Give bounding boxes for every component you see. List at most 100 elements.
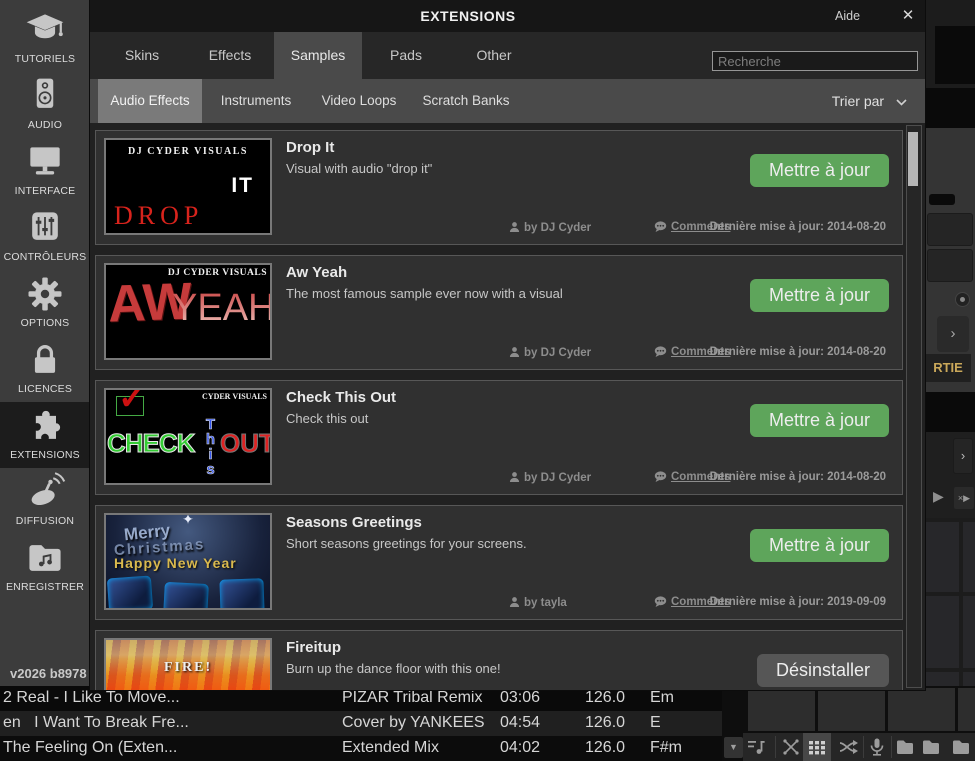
playlist-dropdown-button[interactable]: ▼ <box>724 737 743 758</box>
track-bpm: 126.0 <box>585 739 625 757</box>
pad-cell[interactable] <box>925 522 959 592</box>
extension-title: Seasons Greetings <box>286 514 422 531</box>
extensions-dialog: EXTENSIONS Aide ✕ Skins Effects Samples … <box>90 0 925 690</box>
next-chevron-button[interactable]: › <box>953 438 973 474</box>
microphone-icon[interactable] <box>867 737 887 757</box>
help-link[interactable]: Aide <box>835 9 860 23</box>
track-remix: Cover by YANKEES <box>342 714 485 732</box>
speaker-icon <box>23 74 67 118</box>
tab-pads[interactable]: Pads <box>362 32 450 79</box>
pad-cell[interactable] <box>958 688 975 731</box>
sidebar-item-options[interactable]: OPTIONS <box>0 270 90 336</box>
update-button[interactable]: Mettre à jour <box>750 279 889 312</box>
track-time: 04:54 <box>500 714 540 732</box>
bottom-right-panel: ▼ <box>722 686 975 761</box>
grid-icon[interactable] <box>807 737 827 757</box>
extension-card-fireitup: FIRE! Fireitup Burn up the dance floor w… <box>95 630 903 690</box>
mixer-button[interactable] <box>927 213 973 246</box>
dialog-title: EXTENSIONS <box>420 8 515 24</box>
pad-cell[interactable] <box>748 688 815 731</box>
app-version: v2026 b8978 <box>10 666 87 681</box>
extension-title: Drop It <box>286 139 334 156</box>
sidebar-item-label: INTERFACE <box>0 185 90 197</box>
sidebar-item-tutoriels[interactable]: TUTORIELS <box>0 6 90 72</box>
search-input[interactable] <box>712 51 918 71</box>
subtab-video-loops[interactable]: Video Loops <box>310 79 408 123</box>
subtab-instruments[interactable]: Instruments <box>202 79 310 123</box>
subtab-audio-effects[interactable]: Audio Effects <box>98 79 202 123</box>
close-icon[interactable]: ✕ <box>898 6 918 26</box>
thumb-brand-text: CYDER VISUALS <box>202 392 267 401</box>
person-icon <box>509 471 520 483</box>
uninstall-button[interactable]: Désinstaller <box>757 654 889 687</box>
shuffle-icon[interactable] <box>838 737 858 757</box>
extension-title: Aw Yeah <box>286 264 347 281</box>
folder-icon[interactable] <box>895 737 915 757</box>
lock-icon <box>23 338 67 382</box>
broadcast-dish-icon <box>23 470 67 514</box>
thumb-text: OUT <box>220 428 272 459</box>
update-button[interactable]: Mettre à jour <box>750 404 889 437</box>
pad-cell[interactable] <box>818 688 885 731</box>
pad-cell[interactable] <box>925 672 959 686</box>
track-bpm: 126.0 <box>585 714 625 732</box>
pad-cell[interactable] <box>963 596 975 668</box>
thumb-text: YEAH! <box>172 287 272 330</box>
tab-effects[interactable]: Effects <box>186 32 274 79</box>
notes-list-icon[interactable] <box>746 737 766 757</box>
graduation-cap-icon <box>23 8 67 52</box>
tab-samples[interactable]: Samples <box>274 32 362 79</box>
subtab-scratch-banks[interactable]: Scratch Banks <box>408 79 524 123</box>
pad-cell[interactable] <box>925 596 959 668</box>
sidebar-item-controleurs[interactable]: CONTRÔLEURS <box>0 204 90 270</box>
extension-card-aw-yeah: DJ CYDER VISUALS AW YEAH! Aw Yeah The mo… <box>95 255 903 370</box>
sidebar-item-label: AUDIO <box>0 119 90 131</box>
crossed-lines-icon[interactable] <box>781 737 801 757</box>
tab-skins[interactable]: Skins <box>98 32 186 79</box>
expand-chevron-button[interactable]: › <box>937 316 969 352</box>
mixer-panel: › RTIE <box>925 128 975 392</box>
sidebar-item-interface[interactable]: INTERFACE <box>0 138 90 204</box>
playlist-row-selected[interactable]: en I Want To Break Fre... Cover by YANKE… <box>0 711 722 736</box>
thumb-checkmark: ✓ <box>118 388 147 418</box>
update-button[interactable]: Mettre à jour <box>750 154 889 187</box>
sidebar-item-extensions[interactable]: EXTENSIONS <box>0 402 90 468</box>
track-remix: PIZAR Tribal Remix <box>342 689 482 707</box>
sidebar-item-enregistrer[interactable]: ENREGISTRER <box>0 534 90 600</box>
mixer-row: › <box>925 432 975 478</box>
thumb-text: CHECK <box>107 428 194 459</box>
extension-card-drop-it: DJ CYDER VISUALS IT DROP Drop It Visual … <box>95 130 903 245</box>
comment-icon <box>654 221 667 232</box>
pad-cell[interactable] <box>888 688 955 731</box>
sidebar-item-licences[interactable]: LICENCES <box>0 336 90 402</box>
play-icon[interactable]: ▶ <box>933 488 944 505</box>
extension-meta: by tayla Comments Dernière mise à jour: … <box>96 596 902 610</box>
sidebar-item-audio[interactable]: AUDIO <box>0 72 90 138</box>
pad-cell[interactable] <box>963 522 975 592</box>
last-updated: Dernière mise à jour: 2019-09-09 <box>710 596 886 608</box>
folder-music-icon <box>23 536 67 580</box>
playlist-row[interactable]: The Feeling On (Exten... Extended Mix 04… <box>0 736 722 761</box>
thumb-text: This <box>202 416 219 476</box>
folder-icon[interactable] <box>921 737 941 757</box>
comment-icon <box>654 471 667 482</box>
knob[interactable] <box>956 293 969 306</box>
chevron-down-icon <box>896 99 907 106</box>
skip-play-icon[interactable]: ×▶ <box>954 487 974 509</box>
sortie-label: RTIE <box>925 354 971 382</box>
tab-other[interactable]: Other <box>450 32 538 79</box>
sort-by-dropdown[interactable]: Trier par <box>832 79 907 123</box>
puzzle-piece-icon <box>23 404 67 448</box>
sort-by-label: Trier par <box>832 93 884 109</box>
scrollbar-thumb[interactable] <box>908 132 918 186</box>
mixer-button[interactable] <box>927 249 973 282</box>
scrollbar-track[interactable] <box>906 125 922 688</box>
sidebar-item-diffusion[interactable]: DIFFUSION <box>0 468 90 534</box>
folder-icon[interactable] <box>951 737 971 757</box>
track-bpm: 126.0 <box>585 689 625 707</box>
person-icon <box>509 221 520 233</box>
update-button[interactable]: Mettre à jour <box>750 529 889 562</box>
person-icon <box>509 346 520 358</box>
author: by DJ Cyder <box>509 471 591 484</box>
pad-cell[interactable] <box>963 672 975 686</box>
